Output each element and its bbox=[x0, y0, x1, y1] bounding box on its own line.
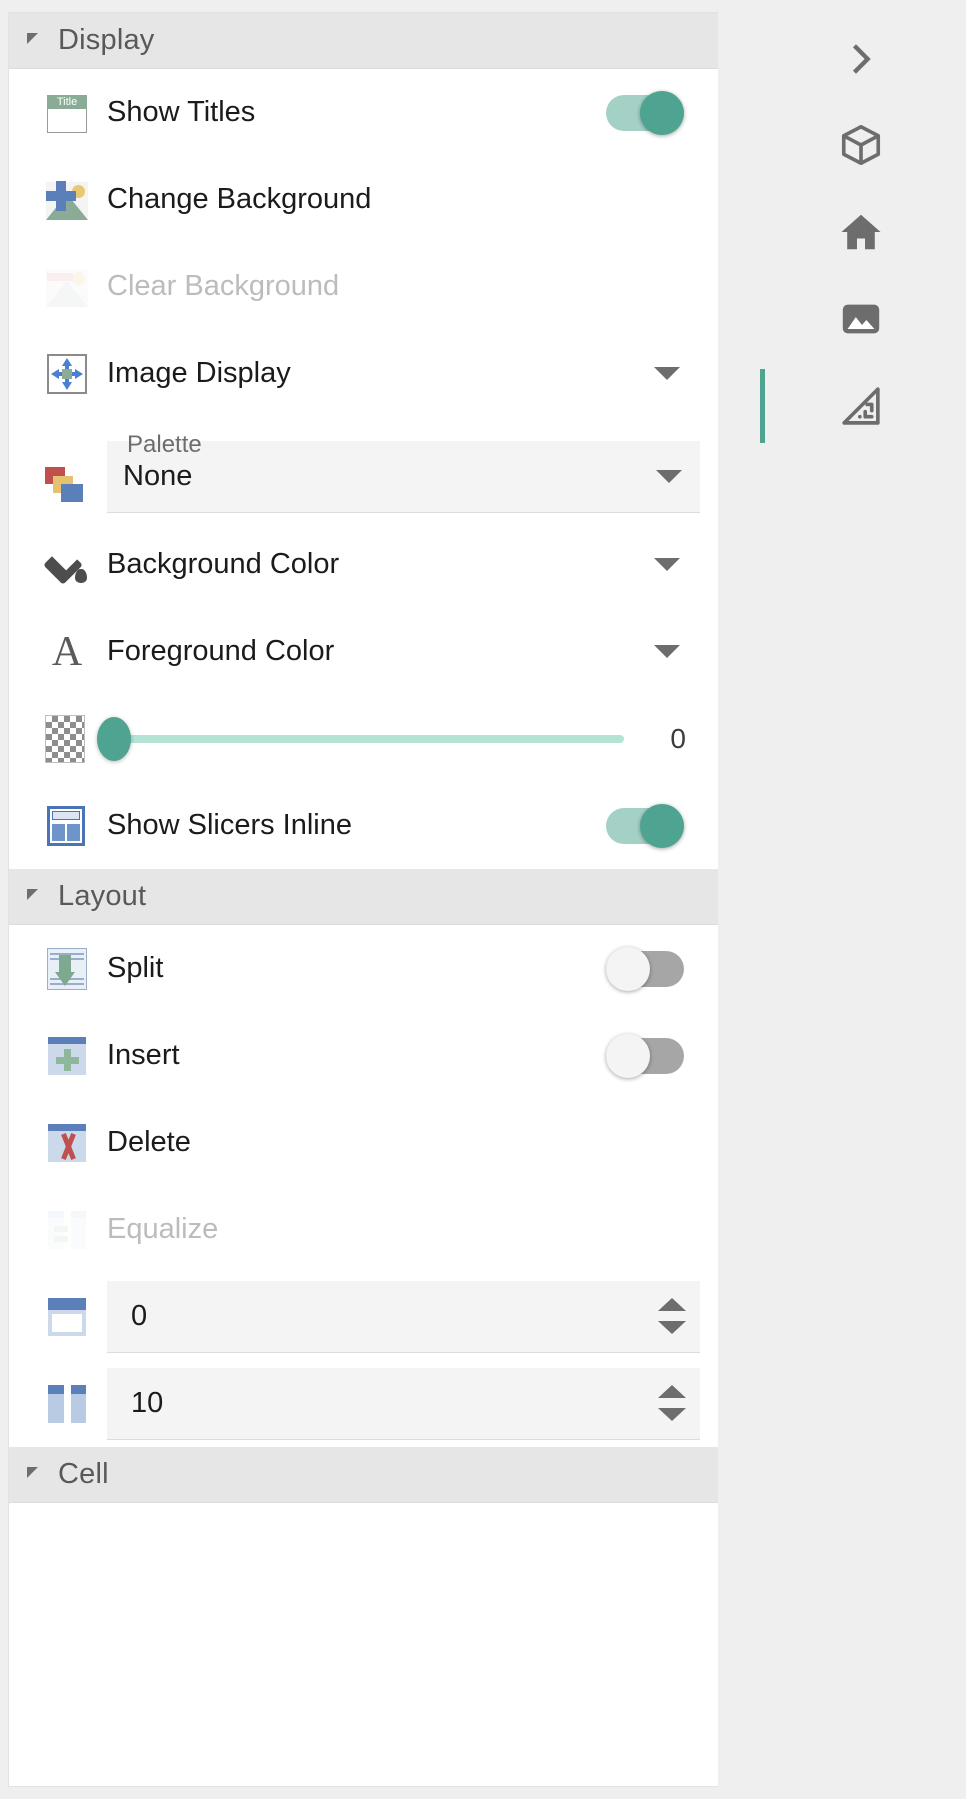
transparency-slider[interactable] bbox=[97, 717, 624, 761]
toggle-knob bbox=[606, 947, 650, 991]
chevron-down-icon[interactable] bbox=[654, 645, 680, 658]
stepper-down-icon[interactable] bbox=[658, 1321, 686, 1334]
transparency-value: 0 bbox=[644, 723, 686, 755]
toggle-knob bbox=[640, 91, 684, 135]
caret-collapse-icon[interactable] bbox=[27, 889, 38, 900]
insert-icon bbox=[43, 1032, 91, 1080]
equalize-icon bbox=[43, 1206, 91, 1254]
label-foreground-color: Foreground Color bbox=[107, 635, 334, 668]
toggle-knob bbox=[640, 804, 684, 848]
chevron-right-icon[interactable] bbox=[824, 22, 898, 96]
row-show-titles[interactable]: Show Titles bbox=[9, 69, 718, 156]
group-title-display: Display bbox=[58, 24, 155, 57]
toggle-knob bbox=[606, 1034, 650, 1078]
label-delete: Delete bbox=[107, 1126, 191, 1159]
label-show-titles: Show Titles bbox=[107, 96, 255, 129]
row-count-input[interactable]: 0 bbox=[107, 1281, 700, 1353]
label-equalize: Equalize bbox=[107, 1213, 218, 1246]
chevron-down-icon[interactable] bbox=[656, 470, 682, 483]
palette-icon bbox=[43, 459, 91, 507]
palette-value: None bbox=[123, 460, 656, 493]
row-clear-background: Clear Background bbox=[9, 243, 718, 330]
transparency-icon bbox=[45, 715, 85, 763]
label-show-slicers-inline: Show Slicers Inline bbox=[107, 809, 352, 842]
show-slicers-inline-icon bbox=[43, 802, 91, 850]
label-image-display: Image Display bbox=[107, 357, 291, 390]
column-count-icon bbox=[43, 1380, 91, 1428]
row-split[interactable]: Split bbox=[9, 925, 718, 1012]
image-display-icon bbox=[43, 350, 91, 398]
home-icon[interactable] bbox=[824, 195, 898, 269]
slider-thumb[interactable] bbox=[97, 717, 131, 761]
chevron-down-icon[interactable] bbox=[654, 558, 680, 571]
stepper-up-icon[interactable] bbox=[658, 1298, 686, 1311]
show-titles-icon bbox=[43, 89, 91, 137]
slider-track bbox=[113, 735, 624, 743]
column-count-value: 10 bbox=[131, 1387, 658, 1420]
change-background-icon bbox=[43, 176, 91, 224]
row-count-icon bbox=[43, 1293, 91, 1341]
group-header-cell[interactable]: Cell bbox=[9, 1447, 718, 1503]
caret-collapse-icon[interactable] bbox=[27, 1467, 38, 1478]
row-show-slicers-inline[interactable]: Show Slicers Inline bbox=[9, 782, 718, 869]
row-palette[interactable]: Palette None bbox=[9, 417, 718, 521]
group-title-layout: Layout bbox=[58, 880, 146, 913]
row-delete[interactable]: Delete bbox=[9, 1099, 718, 1186]
toolbar-selection-indicator bbox=[760, 369, 765, 443]
row-change-background[interactable]: Change Background bbox=[9, 156, 718, 243]
row-count-stepper[interactable] bbox=[658, 1298, 686, 1334]
row-image-display[interactable]: Image Display bbox=[9, 330, 718, 417]
label-split: Split bbox=[107, 952, 163, 985]
image-icon[interactable] bbox=[824, 282, 898, 356]
group-header-layout[interactable]: Layout bbox=[9, 869, 718, 925]
row-column-count[interactable]: 10 bbox=[9, 1360, 718, 1447]
row-count-value: 0 bbox=[131, 1300, 658, 1333]
split-icon bbox=[43, 945, 91, 993]
group-title-cell: Cell bbox=[58, 1458, 109, 1491]
row-transparency[interactable]: 0 bbox=[9, 695, 718, 782]
caret-collapse-icon[interactable] bbox=[27, 33, 38, 44]
toggle-split[interactable] bbox=[606, 947, 684, 991]
toggle-insert[interactable] bbox=[606, 1034, 684, 1078]
toggle-show-titles[interactable] bbox=[606, 91, 684, 135]
group-body-display: Show Titles Change Background bbox=[9, 69, 718, 869]
row-equalize: Equalize bbox=[9, 1186, 718, 1273]
column-count-stepper[interactable] bbox=[658, 1385, 686, 1421]
clear-background-icon bbox=[43, 263, 91, 311]
properties-panel: Display Show Titles bbox=[8, 12, 718, 1787]
stepper-up-icon[interactable] bbox=[658, 1385, 686, 1398]
row-insert[interactable]: Insert bbox=[9, 1012, 718, 1099]
foreground-color-icon: A bbox=[43, 628, 91, 676]
chevron-down-icon[interactable] bbox=[654, 367, 680, 380]
background-color-icon bbox=[43, 541, 91, 589]
delete-icon bbox=[43, 1119, 91, 1167]
app-root: Display Show Titles bbox=[0, 0, 966, 1799]
stepper-down-icon[interactable] bbox=[658, 1408, 686, 1421]
row-row-count[interactable]: 0 bbox=[9, 1273, 718, 1360]
group-header-display[interactable]: Display bbox=[9, 13, 718, 69]
row-background-color[interactable]: Background Color bbox=[9, 521, 718, 608]
toggle-show-slicers-inline[interactable] bbox=[606, 804, 684, 848]
label-insert: Insert bbox=[107, 1039, 180, 1072]
right-toolbar bbox=[756, 0, 966, 1799]
label-clear-background: Clear Background bbox=[107, 270, 339, 303]
label-palette: Palette bbox=[127, 431, 202, 459]
group-body-layout: Split Insert bbox=[9, 925, 718, 1447]
cube-3d-icon[interactable] bbox=[824, 108, 898, 182]
label-background-color: Background Color bbox=[107, 548, 339, 581]
ruler-measure-icon[interactable] bbox=[824, 369, 898, 443]
column-count-input[interactable]: 10 bbox=[107, 1368, 700, 1440]
row-foreground-color[interactable]: A Foreground Color bbox=[9, 608, 718, 695]
label-change-background: Change Background bbox=[107, 183, 371, 216]
